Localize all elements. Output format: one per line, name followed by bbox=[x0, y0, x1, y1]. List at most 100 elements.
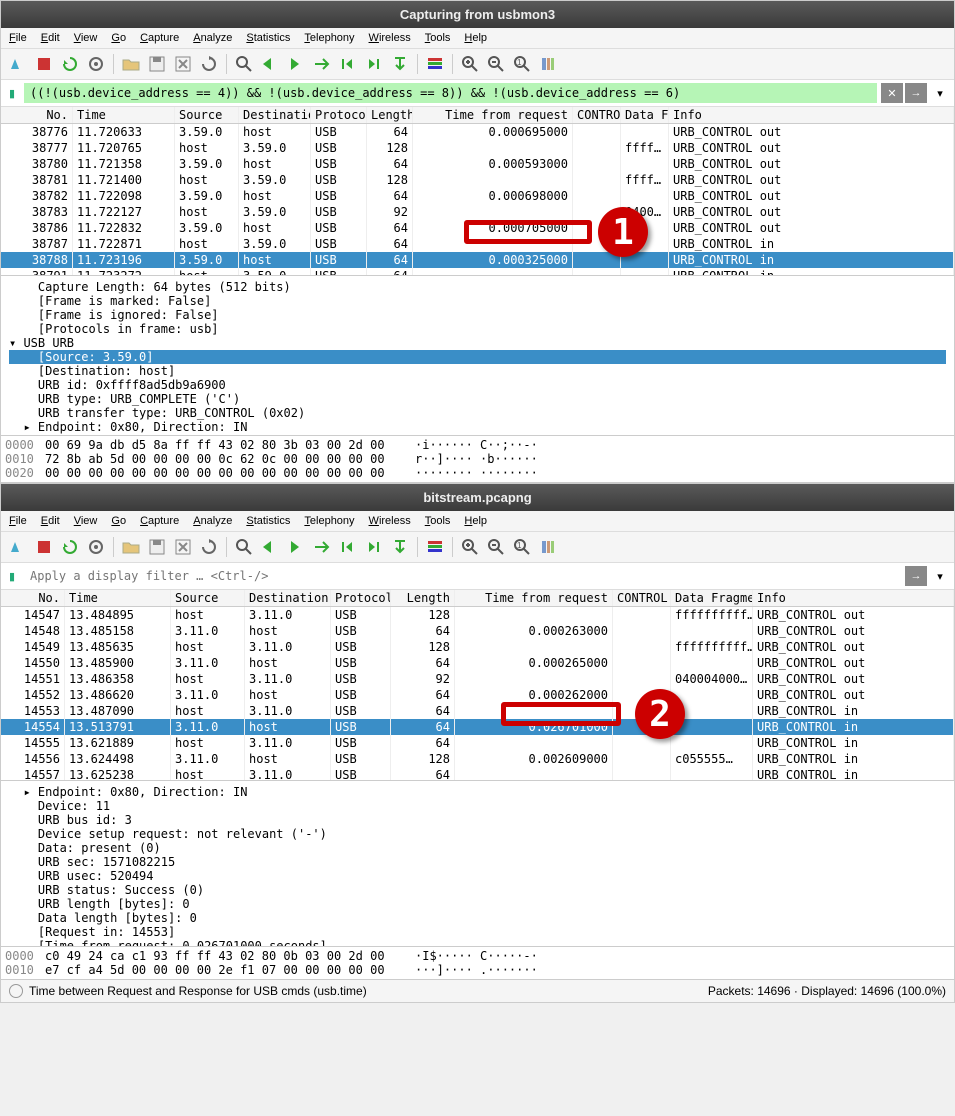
menu-file[interactable]: File bbox=[9, 515, 27, 527]
packet-row[interactable]: 1455113.486358host3.11.0USB92040004000…U… bbox=[1, 671, 954, 687]
packet-row[interactable]: 3877611.7206333.59.0hostUSB640.000695000… bbox=[1, 124, 954, 140]
colorize-icon[interactable] bbox=[424, 536, 446, 558]
save-icon[interactable] bbox=[146, 53, 168, 75]
packet-row[interactable]: 3879111.723272host3.59.0USB64URB_CONTROL… bbox=[1, 268, 954, 275]
last-icon[interactable] bbox=[363, 53, 385, 75]
col-header[interactable]: Time bbox=[73, 107, 175, 123]
detail-line[interactable]: [Source: 3.59.0] bbox=[9, 350, 946, 364]
packet-list[interactable]: No.TimeSourceDestinationProtocolLengthTi… bbox=[1, 107, 954, 275]
reload-icon[interactable] bbox=[198, 536, 220, 558]
detail-line[interactable]: URB length [bytes]: 0 bbox=[9, 897, 946, 911]
col-header[interactable]: Length bbox=[367, 107, 413, 123]
zoom-in-icon[interactable] bbox=[459, 53, 481, 75]
detail-line[interactable]: URB sec: 1571082215 bbox=[9, 855, 946, 869]
detail-line[interactable]: URB id: 0xffff8ad5db9a6900 bbox=[9, 378, 946, 392]
menu-wireless[interactable]: Wireless bbox=[369, 32, 411, 44]
hex-line[interactable]: 0010e7 cf a4 5d 00 00 00 00 2e f1 07 00 … bbox=[5, 963, 950, 977]
packet-row[interactable]: 1454813.4851583.11.0hostUSB640.000263000… bbox=[1, 623, 954, 639]
apply-filter-icon[interactable]: → bbox=[905, 566, 927, 586]
close-icon[interactable] bbox=[172, 536, 194, 558]
reload-icon[interactable] bbox=[198, 53, 220, 75]
restart-icon[interactable] bbox=[59, 536, 81, 558]
hex-line[interactable]: 000000 69 9a db d5 8a ff ff 43 02 80 3b … bbox=[5, 438, 950, 452]
menu-analyze[interactable]: Analyze bbox=[193, 515, 232, 527]
detail-line[interactable]: ▸ Endpoint: 0x80, Direction: IN bbox=[9, 785, 946, 799]
filter-bookmark-icon[interactable]: ▮ bbox=[4, 85, 20, 101]
col-header[interactable]: Source bbox=[171, 590, 245, 606]
detail-line[interactable]: ▸ Endpoint: 0x80, Direction: IN bbox=[9, 420, 946, 434]
detail-line[interactable]: Device: 11 bbox=[9, 799, 946, 813]
find-icon[interactable] bbox=[233, 53, 255, 75]
zoom-reset-icon[interactable]: 1 bbox=[511, 53, 533, 75]
packet-details[interactable]: Capture Length: 64 bytes (512 bits) [Fra… bbox=[1, 275, 954, 435]
packet-row[interactable]: 3877711.720765host3.59.0USB128ffff…URB_C… bbox=[1, 140, 954, 156]
menu-wireless[interactable]: Wireless bbox=[369, 515, 411, 527]
display-filter-input[interactable] bbox=[24, 83, 877, 103]
col-header[interactable]: Data Fr bbox=[621, 107, 669, 123]
fin-icon[interactable] bbox=[7, 536, 29, 558]
packet-row[interactable]: 1455013.4859003.11.0hostUSB640.000265000… bbox=[1, 655, 954, 671]
col-header[interactable]: CONTROL bbox=[573, 107, 621, 123]
detail-line[interactable]: Data: present (0) bbox=[9, 841, 946, 855]
col-header[interactable]: No. bbox=[1, 590, 65, 606]
detail-line[interactable]: [Destination: host] bbox=[9, 364, 946, 378]
packet-row[interactable]: 1455313.487090host3.11.0USB64URB_CONTROL… bbox=[1, 703, 954, 719]
col-header[interactable]: Time from request bbox=[413, 107, 573, 123]
menu-help[interactable]: Help bbox=[464, 515, 487, 527]
forward-icon[interactable] bbox=[285, 536, 307, 558]
col-header[interactable]: Protocol bbox=[331, 590, 391, 606]
options-icon[interactable] bbox=[85, 536, 107, 558]
col-header[interactable]: Time bbox=[65, 590, 171, 606]
display-filter-input[interactable] bbox=[24, 566, 901, 586]
packet-bytes[interactable]: 0000c0 49 24 ca c1 93 ff ff 43 02 80 0b … bbox=[1, 946, 954, 979]
menu-statistics[interactable]: Statistics bbox=[246, 515, 290, 527]
detail-line[interactable]: Data length [bytes]: 0 bbox=[9, 911, 946, 925]
zoom-out-icon[interactable] bbox=[485, 53, 507, 75]
zoom-reset-icon[interactable]: 1 bbox=[511, 536, 533, 558]
detail-line[interactable]: URB bus id: 3 bbox=[9, 813, 946, 827]
menu-analyze[interactable]: Analyze bbox=[193, 32, 232, 44]
col-header[interactable]: Destination bbox=[239, 107, 311, 123]
detail-line[interactable]: [Time from request: 0.026701000 seconds] bbox=[9, 939, 946, 946]
menu-help[interactable]: Help bbox=[464, 32, 487, 44]
packet-list[interactable]: No.TimeSourceDestinationProtocolLengthTi… bbox=[1, 590, 954, 780]
detail-line[interactable]: [Protocols in frame: usb] bbox=[9, 322, 946, 336]
menu-capture[interactable]: Capture bbox=[140, 515, 179, 527]
col-header[interactable]: No. bbox=[1, 107, 73, 123]
resize-cols-icon[interactable] bbox=[537, 53, 559, 75]
detail-line[interactable]: [Frame is marked: False] bbox=[9, 294, 946, 308]
menu-telephony[interactable]: Telephony bbox=[304, 515, 354, 527]
col-header[interactable]: Destination bbox=[245, 590, 331, 606]
menu-edit[interactable]: Edit bbox=[41, 32, 60, 44]
menu-statistics[interactable]: Statistics bbox=[246, 32, 290, 44]
menu-file[interactable]: File bbox=[9, 32, 27, 44]
col-header[interactable]: Info bbox=[753, 590, 954, 606]
resize-cols-icon[interactable] bbox=[537, 536, 559, 558]
col-header[interactable]: Data Fragme bbox=[671, 590, 753, 606]
col-header[interactable]: Time from request bbox=[455, 590, 613, 606]
restart-icon[interactable] bbox=[59, 53, 81, 75]
col-header[interactable]: Protocol bbox=[311, 107, 367, 123]
forward-icon[interactable] bbox=[285, 53, 307, 75]
back-icon[interactable] bbox=[259, 536, 281, 558]
close-icon[interactable] bbox=[172, 53, 194, 75]
hex-line[interactable]: 0000c0 49 24 ca c1 93 ff ff 43 02 80 0b … bbox=[5, 949, 950, 963]
detail-line[interactable]: Capture Length: 64 bytes (512 bits) bbox=[9, 280, 946, 294]
goto-icon[interactable] bbox=[311, 53, 333, 75]
menu-capture[interactable]: Capture bbox=[140, 32, 179, 44]
menu-go[interactable]: Go bbox=[111, 515, 126, 527]
menu-tools[interactable]: Tools bbox=[425, 515, 451, 527]
packet-row[interactable]: 1455413.5137913.11.0hostUSB640.026701000… bbox=[1, 719, 954, 735]
detail-line[interactable]: Device setup request: not relevant ('-') bbox=[9, 827, 946, 841]
autoscroll-icon[interactable] bbox=[389, 53, 411, 75]
colorize-icon[interactable] bbox=[424, 53, 446, 75]
stop-icon[interactable] bbox=[33, 53, 55, 75]
options-icon[interactable] bbox=[85, 53, 107, 75]
menu-edit[interactable]: Edit bbox=[41, 515, 60, 527]
autoscroll-icon[interactable] bbox=[389, 536, 411, 558]
detail-line[interactable]: URB type: URB_COMPLETE ('C') bbox=[9, 392, 946, 406]
first-icon[interactable] bbox=[337, 53, 359, 75]
hex-line[interactable]: 002000 00 00 00 00 00 00 00 00 00 00 00 … bbox=[5, 466, 950, 480]
packet-row[interactable]: 3878711.722871host3.59.0USB64URB_CONTROL… bbox=[1, 236, 954, 252]
packet-row[interactable]: 1455213.4866203.11.0hostUSB640.000262000… bbox=[1, 687, 954, 703]
